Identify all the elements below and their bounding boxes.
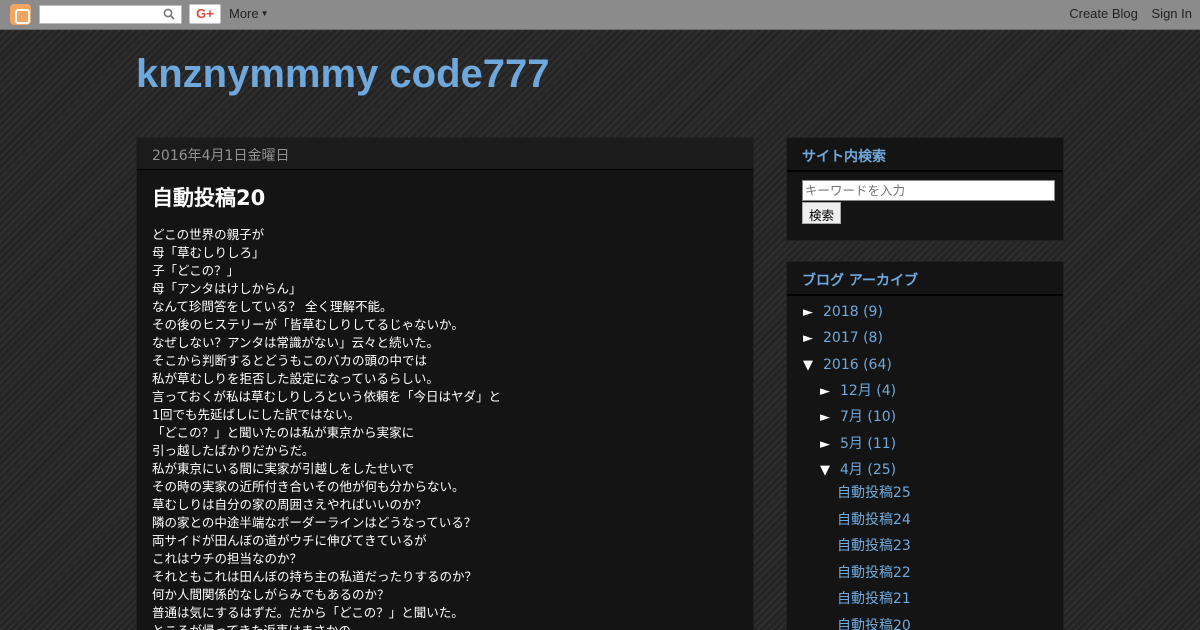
post-body-line: 草むしりは自分の家の周囲さえやればいいのか？ xyxy=(152,497,428,512)
archive-year-count: (8) xyxy=(863,330,883,346)
more-menu[interactable]: More ▼ xyxy=(229,6,269,21)
archive-year-2017[interactable]: ► 2017 (8) xyxy=(803,330,883,346)
post-body-line: 母「草むしりしろ」 xyxy=(152,245,265,260)
post-body-line: なんて珍問答をしている？ 全く理解不能。 xyxy=(152,299,393,314)
post-body-line: 隣の家との中途半端なボーダーラインはどうなっている？ xyxy=(152,515,477,530)
post-body: どこの世界の親子が 母「草むしりしろ」 子「どこの？」母「アンタはけしからん」なんて… xyxy=(152,226,738,630)
chevron-down-icon: ▼ xyxy=(260,9,269,18)
expand-arrow-icon[interactable]: ► xyxy=(820,384,840,399)
post-body-line: 1回でも先延ばしにした訳ではない。 xyxy=(152,407,360,422)
post-body-line: 普通は気にするはずだ。だから「どこの？」と聞いた。 xyxy=(152,605,464,620)
archive-year-count: (9) xyxy=(863,304,883,320)
google-plus-button[interactable]: G+ xyxy=(189,4,221,24)
archive-month-label[interactable]: 12月 xyxy=(840,383,872,399)
sign-in-link[interactable]: Sign In xyxy=(1152,6,1192,21)
collapse-arrow-icon[interactable]: ▼ xyxy=(820,463,840,478)
post-date-header: 2016年4月1日金曜日 xyxy=(137,138,753,170)
post-body-line: 子「どこの？」 xyxy=(152,263,240,278)
more-label: More xyxy=(229,6,259,21)
archive-month-label[interactable]: 7月 xyxy=(840,409,863,425)
blog-title[interactable]: knznymmmy code777 xyxy=(136,52,550,97)
post-body-line: 言っておくが私は草むしりしろという依頼を「今日はヤダ」と xyxy=(152,389,502,404)
archive-month-label[interactable]: 5月 xyxy=(840,436,863,452)
post-body-line: これはウチの担当なのか？ xyxy=(152,551,303,566)
archive-year-2016[interactable]: ▼ 2016 (64) xyxy=(803,357,892,373)
archive-month-7[interactable]: ► 7月 (10) xyxy=(820,406,896,426)
archive-post-link[interactable]: 自動投稿21 xyxy=(837,588,911,608)
create-blog-link[interactable]: Create Blog xyxy=(1069,6,1138,21)
archive-month-12[interactable]: ► 12月 (4) xyxy=(820,380,896,400)
archive-year-label[interactable]: 2017 xyxy=(823,330,859,346)
blog-archive-widget: ブログ アーカイブ ► 2018 (9) ► 2017 (8) ▼ 2016 (64)… xyxy=(786,261,1064,630)
post-body-line: 何か人間関係的なしがらみでもあるのか？ xyxy=(152,587,390,602)
post-body-line: どこの世界の親子が xyxy=(152,227,265,242)
post-body-line: その時の実家の近所付き合いその他が何も分からない。 xyxy=(152,479,465,494)
archive-widget-title: ブログ アーカイブ xyxy=(787,262,1063,296)
site-search-widget: サイト内検索 検索 xyxy=(786,137,1064,241)
expand-arrow-icon[interactable]: ► xyxy=(803,305,823,320)
expand-arrow-icon[interactable]: ► xyxy=(803,331,823,346)
post-body-line: 引っ越したばかりだからだ。 xyxy=(152,443,315,458)
post-body-line: ところが帰ってきた返事はまさかの xyxy=(152,622,738,630)
search-button[interactable]: 検索 xyxy=(802,202,842,224)
archive-month-4[interactable]: ▼ 4月 (25) xyxy=(820,459,896,479)
archive-post-link[interactable]: 自動投稿24 xyxy=(837,509,911,529)
post-body-line: なぜしない？アンタは常識がない」云々と続いた。 xyxy=(152,335,440,350)
archive-post-link[interactable]: 自動投稿20 xyxy=(837,615,911,630)
main-post-column: 2016年4月1日金曜日 自動投稿20 どこの世界の親子が 母「草むしりしろ」 子「… xyxy=(136,137,754,630)
archive-year-label[interactable]: 2016 xyxy=(823,357,859,373)
blogger-navbar: G+ More ▼ Create Blog Sign In xyxy=(0,0,1200,30)
navbar-search-input[interactable] xyxy=(39,5,182,24)
archive-month-count: (11) xyxy=(867,436,897,452)
navbar-right-links: Create Blog Sign In xyxy=(1059,6,1192,21)
post-body-line: 私が草むしりを拒否した設定になっているらしい。 xyxy=(152,371,439,386)
search-icon[interactable] xyxy=(163,8,175,20)
post-body-line: そこから判断するとどうもこのバカの頭の中では xyxy=(152,353,428,368)
post-body-line: それともこれは田んぼの持ち主の私道だったりするのか？ xyxy=(152,569,478,584)
collapse-arrow-icon[interactable]: ▼ xyxy=(803,358,823,373)
post-body-line: 私が東京にいる間に実家が引越しをしたせいで xyxy=(152,461,415,476)
archive-year-2018[interactable]: ► 2018 (9) xyxy=(803,304,883,320)
post-body-line: 「どこの？」と聞いたのは私が東京から実家に xyxy=(152,425,415,440)
post-body-line: その後のヒステリーが「皆草むしりしてるじゃないか。 xyxy=(152,317,464,332)
archive-year-count: (64) xyxy=(863,357,892,373)
post-body-line: 母「アンタはけしからん」 xyxy=(152,281,302,296)
archive-month-5[interactable]: ► 5月 (11) xyxy=(820,433,896,453)
post-body-line: 両サイドが田んぼの道がウチに伸びてきているが xyxy=(152,533,427,548)
expand-arrow-icon[interactable]: ► xyxy=(820,437,840,452)
archive-post-link[interactable]: 自動投稿23 xyxy=(837,535,911,555)
archive-month-count: (25) xyxy=(867,462,897,478)
expand-arrow-icon[interactable]: ► xyxy=(820,410,840,425)
blogger-logo-icon[interactable] xyxy=(10,4,31,25)
archive-post-link[interactable]: 自動投稿22 xyxy=(837,562,911,582)
archive-month-label[interactable]: 4月 xyxy=(840,462,863,478)
search-widget-title: サイト内検索 xyxy=(787,138,1063,172)
post-title[interactable]: 自動投稿20 xyxy=(152,182,738,212)
archive-post-link[interactable]: 自動投稿25 xyxy=(837,482,911,502)
site-search-input[interactable] xyxy=(802,180,1055,201)
archive-year-label[interactable]: 2018 xyxy=(823,304,859,320)
archive-month-count: (10) xyxy=(867,409,897,425)
archive-month-count: (4) xyxy=(876,383,897,399)
